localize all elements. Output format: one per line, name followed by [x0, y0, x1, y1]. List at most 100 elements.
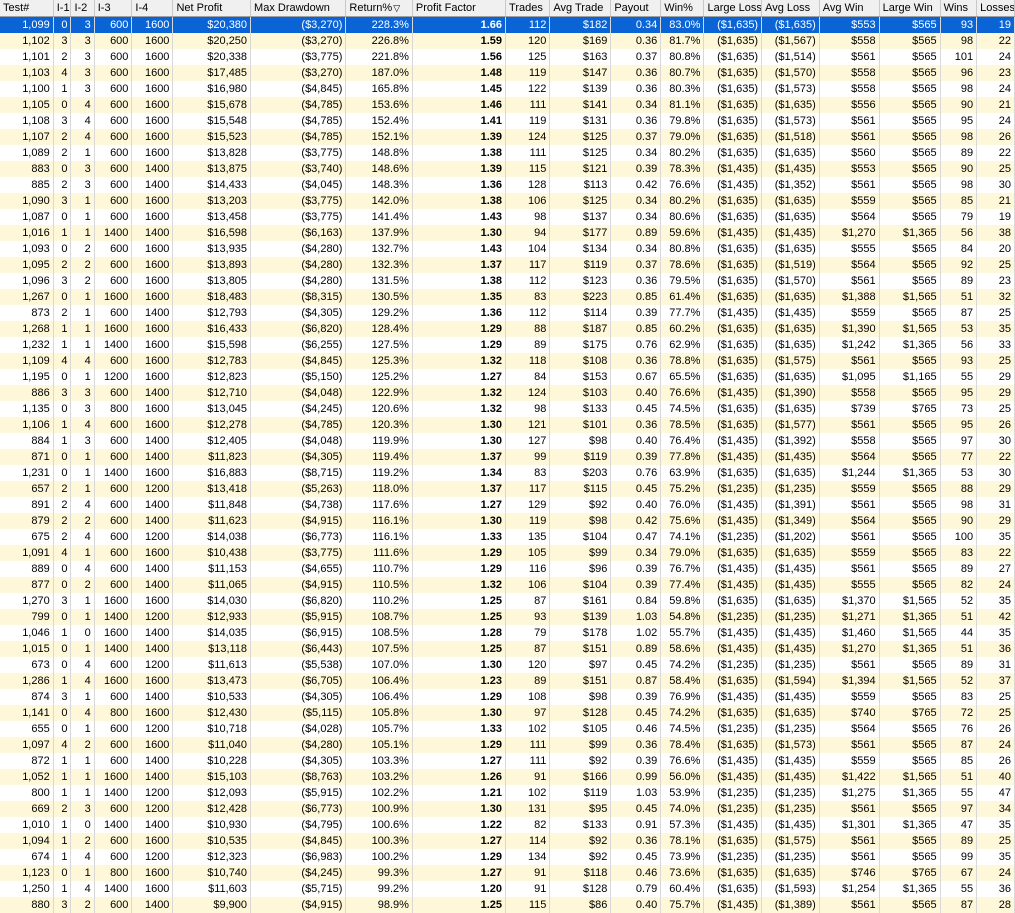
- table-row[interactable]: 1,2321114001600$15,598($6,255)127.5%1.29…: [0, 337, 1015, 353]
- table-row[interactable]: 1,106146001600$12,278($4,785)120.3%1.301…: [0, 417, 1015, 433]
- table-row[interactable]: 1,102336001600$20,250($3,270)226.8%1.591…: [0, 33, 1015, 49]
- table-row[interactable]: 873216001400$12,793($4,305)129.2%1.36112…: [0, 305, 1015, 321]
- column-header-losses[interactable]: Losses: [977, 0, 1015, 17]
- column-header-i-3[interactable]: I-3: [94, 0, 132, 17]
- table-row[interactable]: 1,096326001600$13,805($4,280)131.5%1.381…: [0, 273, 1015, 289]
- table-row[interactable]: 669236001200$12,428($6,773)100.9%1.30131…: [0, 801, 1015, 817]
- cell-net-profit: $13,203: [173, 193, 251, 209]
- table-row[interactable]: 886336001400$12,710($4,048)122.9%1.32124…: [0, 385, 1015, 401]
- table-row[interactable]: 675246001200$14,038($6,773)116.1%1.33135…: [0, 529, 1015, 545]
- column-header-win[interactable]: Win%: [661, 0, 704, 17]
- cell-losses: 25: [977, 353, 1015, 369]
- table-row[interactable]: 1,0150114001400$13,118($6,443)107.5%1.25…: [0, 641, 1015, 657]
- column-header-avg-loss[interactable]: Avg Loss: [762, 0, 820, 17]
- column-header-i-4[interactable]: I-4: [132, 0, 173, 17]
- table-row[interactable]: 1,099036001600$20,380($3,270)228.3%1.661…: [0, 17, 1015, 34]
- column-header-test[interactable]: Test#: [0, 0, 53, 17]
- cell-test: 1,103: [0, 65, 53, 81]
- table-row[interactable]: 1,097426001600$11,040($4,280)105.1%1.291…: [0, 737, 1015, 753]
- table-row[interactable]: 877026001400$11,065($4,915)110.5%1.32106…: [0, 577, 1015, 593]
- table-row[interactable]: 1,0461016001400$14,035($6,915)108.5%1.28…: [0, 625, 1015, 641]
- cell-wins: 73: [940, 401, 977, 417]
- table-row[interactable]: 1,2670116001600$18,483($8,315)130.5%1.35…: [0, 289, 1015, 305]
- cell-i-3: 600: [94, 433, 132, 449]
- table-row[interactable]: 1,089216001600$13,828($3,775)148.8%1.381…: [0, 145, 1015, 161]
- cell-wins: 85: [940, 193, 977, 209]
- cell-avg-loss: ($1,435): [762, 449, 820, 465]
- table-row[interactable]: 1,100136001600$16,980($4,845)165.8%1.451…: [0, 81, 1015, 97]
- table-row[interactable]: 657216001200$13,418($5,263)118.0%1.37117…: [0, 481, 1015, 497]
- table-row[interactable]: 8001114001200$12,093($5,915)102.2%1.2110…: [0, 785, 1015, 801]
- cell-test: 1,270: [0, 593, 53, 609]
- cell-i-2: 1: [71, 193, 94, 209]
- table-row[interactable]: 1,094126001600$10,535($4,845)100.3%1.271…: [0, 833, 1015, 849]
- column-header-large-win[interactable]: Large Win: [879, 0, 940, 17]
- cell-trades: 104: [506, 241, 550, 257]
- cell-win: 78.1%: [661, 833, 704, 849]
- table-row[interactable]: 872116001400$10,228($4,305)103.3%1.27111…: [0, 753, 1015, 769]
- table-row[interactable]: 1,0521116001400$15,103($8,763)103.2%1.26…: [0, 769, 1015, 785]
- table-row[interactable]: 889046001400$11,153($4,655)110.7%1.29116…: [0, 561, 1015, 577]
- table-row[interactable]: 871016001400$11,823($4,305)119.4%1.3799$…: [0, 449, 1015, 465]
- table-row[interactable]: 1,109446001600$12,783($4,845)125.3%1.321…: [0, 353, 1015, 369]
- table-row[interactable]: 674146001200$12,323($6,983)100.2%1.29134…: [0, 849, 1015, 865]
- table-row[interactable]: 1,0101014001400$10,930($4,795)100.6%1.22…: [0, 817, 1015, 833]
- column-header-avg-win[interactable]: Avg Win: [819, 0, 879, 17]
- column-header-avg-trade[interactable]: Avg Trade: [550, 0, 611, 17]
- cell-i-4: 1200: [132, 657, 173, 673]
- table-row[interactable]: 1,108346001600$15,548($4,785)152.4%1.411…: [0, 113, 1015, 129]
- column-header-payout[interactable]: Payout: [611, 0, 661, 17]
- results-grid[interactable]: Test#I-1I-2I-3I-4Net ProfitMax DrawdownR…: [0, 0, 1015, 913]
- column-header-profit-factor[interactable]: Profit Factor: [412, 0, 505, 17]
- column-header-trades[interactable]: Trades: [506, 0, 550, 17]
- table-row[interactable]: 1,087016001600$13,458($3,775)141.4%1.439…: [0, 209, 1015, 225]
- cell-profit-factor: 1.38: [412, 145, 505, 161]
- table-row[interactable]: 874316001400$10,533($4,305)106.4%1.29108…: [0, 689, 1015, 705]
- table-row[interactable]: 1,101236001600$20,338($3,775)221.8%1.561…: [0, 49, 1015, 65]
- table-row[interactable]: 1,0161114001400$16,598($6,163)137.9%1.30…: [0, 225, 1015, 241]
- table-row[interactable]: 891246001400$11,848($4,738)117.6%1.27129…: [0, 497, 1015, 513]
- table-row[interactable]: 673046001200$11,613($5,538)107.0%1.30120…: [0, 657, 1015, 673]
- table-row[interactable]: 1,135038001600$13,045($4,245)120.6%1.329…: [0, 401, 1015, 417]
- cell-i-3: 600: [94, 385, 132, 401]
- cell-avg-win: $561: [819, 177, 879, 193]
- table-row[interactable]: 1,095226001600$13,893($4,280)132.3%1.371…: [0, 257, 1015, 273]
- table-row[interactable]: 1,1950112001600$12,823($5,150)125.2%1.27…: [0, 369, 1015, 385]
- table-row[interactable]: 1,093026001600$13,935($4,280)132.7%1.431…: [0, 241, 1015, 257]
- table-row[interactable]: 1,123018001600$10,740($4,245)99.3%1.2791…: [0, 865, 1015, 881]
- column-header-net-profit[interactable]: Net Profit: [173, 0, 251, 17]
- table-row[interactable]: 1,2861416001600$13,473($6,705)106.4%1.23…: [0, 673, 1015, 689]
- table-row[interactable]: 1,141048001600$12,430($5,115)105.8%1.309…: [0, 705, 1015, 721]
- table-row[interactable]: 7990114001200$12,933($5,915)108.7%1.2593…: [0, 609, 1015, 625]
- table-row[interactable]: 1,107246001600$15,523($4,785)152.1%1.391…: [0, 129, 1015, 145]
- column-header-wins[interactable]: Wins: [940, 0, 977, 17]
- table-row[interactable]: 879226001400$11,623($4,915)116.1%1.30119…: [0, 513, 1015, 529]
- table-row[interactable]: 1,105046001600$15,678($4,785)153.6%1.461…: [0, 97, 1015, 113]
- table-row[interactable]: 1,2703116001600$14,030($6,820)110.2%1.25…: [0, 593, 1015, 609]
- cell-i-1: 2: [53, 513, 71, 529]
- table-row[interactable]: 885236001400$14,433($4,045)148.3%1.36128…: [0, 177, 1015, 193]
- cell-win: 78.6%: [661, 257, 704, 273]
- table-row[interactable]: 1,091416001600$10,438($3,775)111.6%1.291…: [0, 545, 1015, 561]
- cell-return: 129.2%: [346, 305, 413, 321]
- cell-payout: 1.02: [611, 625, 661, 641]
- column-header-i-2[interactable]: I-2: [71, 0, 94, 17]
- table-row[interactable]: 1,2681116001600$16,433($6,820)128.4%1.29…: [0, 321, 1015, 337]
- cell-i-2: 3: [71, 433, 94, 449]
- table-row[interactable]: 883036001400$13,875($3,740)148.6%1.39115…: [0, 161, 1015, 177]
- cell-payout: 0.87: [611, 673, 661, 689]
- column-header-large-loss[interactable]: Large Loss: [704, 0, 762, 17]
- table-row[interactable]: 655016001200$10,718($4,028)105.7%1.33102…: [0, 721, 1015, 737]
- cell-i-3: 600: [94, 849, 132, 865]
- table-row[interactable]: 1,2310114001600$16,883($8,715)119.2%1.34…: [0, 465, 1015, 481]
- cell-max-drawdown: ($8,763): [251, 769, 346, 785]
- cell-losses: 25: [977, 689, 1015, 705]
- table-row[interactable]: 884136001400$12,405($4,048)119.9%1.30127…: [0, 433, 1015, 449]
- column-header-i-1[interactable]: I-1: [53, 0, 71, 17]
- column-header-max-drawdown[interactable]: Max Drawdown: [251, 0, 346, 17]
- column-header-return[interactable]: Return%▽: [346, 0, 413, 17]
- table-row[interactable]: 1,103436001600$17,485($3,270)187.0%1.481…: [0, 65, 1015, 81]
- table-row[interactable]: 1,090316001600$13,203($3,775)142.0%1.381…: [0, 193, 1015, 209]
- table-row[interactable]: 880326001400$9,900($4,915)98.9%1.25115$8…: [0, 897, 1015, 913]
- table-row[interactable]: 1,2501414001600$11,603($5,715)99.2%1.209…: [0, 881, 1015, 897]
